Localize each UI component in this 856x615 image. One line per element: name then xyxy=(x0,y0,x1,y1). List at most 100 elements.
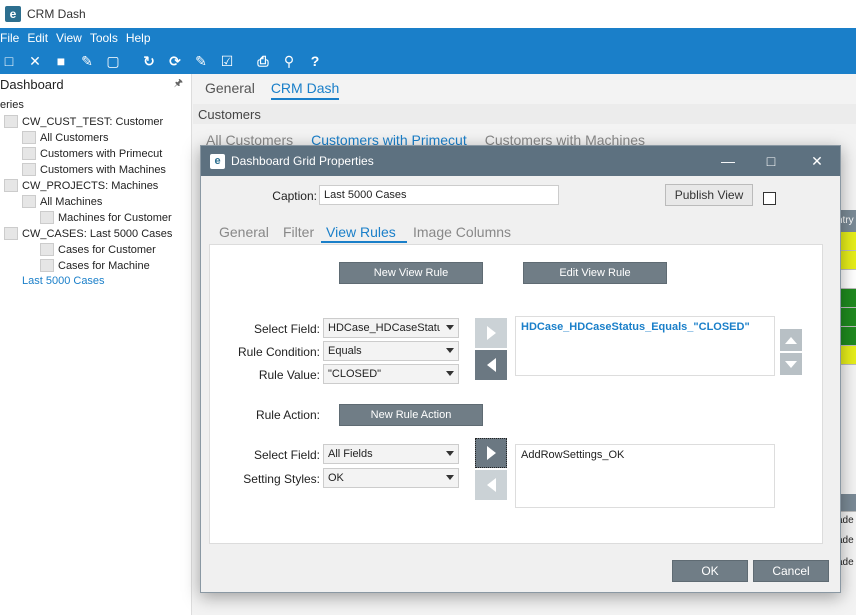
rule-action-label: Rule Action: xyxy=(255,408,320,422)
sync-icon[interactable]: ⟳ xyxy=(166,52,184,70)
tree-item[interactable]: eries xyxy=(0,99,24,111)
chevron-down-icon xyxy=(446,348,454,353)
rule-condition-dropdown[interactable]: Equals xyxy=(323,341,459,361)
chevron-down-icon xyxy=(446,325,454,330)
tree-item[interactable]: All Customers xyxy=(22,131,108,144)
refresh-icon[interactable]: ↻ xyxy=(140,52,158,70)
clean-icon[interactable]: ✎ xyxy=(192,52,210,70)
tree-item[interactable]: CW_PROJECTS: Machines xyxy=(4,179,158,192)
print-icon[interactable]: ⎙ xyxy=(254,52,272,70)
action-select-field-value: All Fields xyxy=(328,448,373,460)
ok-button[interactable]: OK xyxy=(672,560,748,582)
note-icon[interactable]: ▢ xyxy=(104,52,122,70)
app-title: CRM Dash xyxy=(27,7,86,21)
app-titlebar: e CRM Dash xyxy=(0,0,856,28)
menu-edit[interactable]: Edit xyxy=(27,31,48,45)
tree-item-label: CW_CASES: Last 5000 Cases xyxy=(22,227,173,240)
remove-rule-button[interactable] xyxy=(475,350,507,380)
check-box-icon[interactable]: ☑ xyxy=(218,52,236,70)
help-icon[interactable]: ? xyxy=(306,52,324,70)
view-icon xyxy=(40,243,54,256)
rule-condition-value: Equals xyxy=(328,345,362,357)
menu-view[interactable]: View xyxy=(56,31,82,45)
tab-filter[interactable]: Filter xyxy=(283,224,314,240)
menu-tools[interactable]: Tools xyxy=(90,31,118,45)
breadcrumb: Customers xyxy=(193,104,856,124)
tab-general[interactable]: General xyxy=(205,80,255,100)
brush-icon[interactable]: ✎ xyxy=(78,52,96,70)
rule-value-dropdown[interactable]: "CLOSED" xyxy=(323,364,459,384)
toolbar: □ ✕ ■ ✎ ▢ ↻ ⟳ ✎ ☑ ⎙ ⚲ ? xyxy=(0,48,856,74)
arrow-left-icon xyxy=(486,478,496,492)
tree-item-label: Last 5000 Cases xyxy=(22,275,105,287)
arrow-right-icon xyxy=(486,446,496,460)
rule-actions-list[interactable]: AddRowSettings_OK xyxy=(515,444,775,508)
chevron-down-icon xyxy=(446,475,454,480)
view-icon xyxy=(4,179,18,192)
tab-view-rules[interactable]: View Rules xyxy=(326,224,396,240)
tree-item[interactable]: CW_CUST_TEST: Customer xyxy=(4,115,163,128)
tree-item[interactable]: Cases for Machine xyxy=(40,259,150,272)
dashboard-panel-title: Dashboard xyxy=(0,76,64,92)
close-icon[interactable]: ✕ xyxy=(808,152,826,170)
tree-item[interactable]: Customers with Primecut xyxy=(22,147,162,160)
tree-item-label: All Machines xyxy=(40,195,103,208)
add-action-button[interactable] xyxy=(475,438,507,468)
view-rules-panel: New View Rule Edit View Rule Select Fiel… xyxy=(209,244,823,544)
view-icon xyxy=(40,259,54,272)
action-select-field-dropdown[interactable]: All Fields xyxy=(323,444,459,464)
maximize-icon[interactable]: □ xyxy=(762,152,780,170)
move-down-button[interactable] xyxy=(780,353,802,375)
publish-view-button[interactable]: Publish View xyxy=(665,184,753,206)
tree-item[interactable]: Last 5000 Cases xyxy=(22,275,105,287)
tree-item[interactable]: Machines for Customer xyxy=(40,211,172,224)
menu-bar: File Edit View Tools Help xyxy=(0,28,856,48)
cancel-button[interactable]: Cancel xyxy=(753,560,829,582)
select-field-label: Select Field: xyxy=(253,322,320,336)
chevron-down-icon xyxy=(446,371,454,376)
view-rules-list[interactable]: HDCase_HDCaseStatus_Equals_"CLOSED" xyxy=(515,316,775,376)
tab-crm-dash[interactable]: CRM Dash xyxy=(270,80,340,100)
new-icon[interactable]: □ xyxy=(0,52,18,70)
remove-action-button[interactable] xyxy=(475,470,507,500)
tree-item[interactable]: Customers with Machines xyxy=(22,163,166,176)
tree-item[interactable]: All Machines xyxy=(22,195,102,208)
minimize-icon[interactable]: — xyxy=(719,152,737,170)
app-logo-icon: e xyxy=(210,153,225,169)
publish-view-checkbox[interactable] xyxy=(763,192,776,205)
view-icon xyxy=(22,131,36,144)
view-icon xyxy=(4,227,18,240)
select-field-dropdown[interactable]: HDCase_HDCaseStatus xyxy=(323,318,459,338)
move-up-button[interactable] xyxy=(780,329,802,351)
dialog-body: Caption: Last 5000 Cases Publish View Ge… xyxy=(201,176,840,592)
preview-icon[interactable]: ⚲ xyxy=(280,52,298,70)
delete-icon[interactable]: ✕ xyxy=(26,52,44,70)
save-icon[interactable]: ■ xyxy=(52,52,70,70)
tree-item-label: Customers with Machines xyxy=(40,163,166,176)
menu-help[interactable]: Help xyxy=(126,31,151,45)
edit-view-rule-button[interactable]: Edit View Rule xyxy=(523,262,667,284)
tree-item-label: eries xyxy=(0,99,24,111)
tree-item-label: All Customers xyxy=(40,131,109,144)
pin-icon[interactable]: 🖈 xyxy=(174,76,183,93)
rule-condition-label: Rule Condition: xyxy=(237,345,320,359)
new-view-rule-button[interactable]: New View Rule xyxy=(339,262,483,284)
caption-input[interactable]: Last 5000 Cases xyxy=(319,185,559,205)
list-item[interactable]: HDCase_HDCaseStatus_Equals_"CLOSED" xyxy=(521,321,769,333)
tree-item[interactable]: CW_CASES: Last 5000 Cases xyxy=(4,227,172,240)
setting-styles-value: OK xyxy=(328,472,344,484)
arrow-down-icon xyxy=(785,360,797,368)
menu-file[interactable]: File xyxy=(0,31,19,45)
add-rule-button[interactable] xyxy=(475,318,507,348)
new-rule-action-button[interactable]: New Rule Action xyxy=(339,404,483,426)
list-item[interactable]: AddRowSettings_OK xyxy=(521,449,769,461)
setting-styles-dropdown[interactable]: OK xyxy=(323,468,459,488)
tree-item-label: Cases for Customer xyxy=(58,243,156,256)
arrow-left-icon xyxy=(486,358,496,372)
arrow-right-icon xyxy=(486,326,496,340)
tab-general[interactable]: General xyxy=(219,224,269,240)
tree-item[interactable]: Cases for Customer xyxy=(40,243,156,256)
tab-image-columns[interactable]: Image Columns xyxy=(413,224,511,240)
tree-item-label: CW_CUST_TEST: Customer xyxy=(22,115,164,128)
select-field-label: Select Field: xyxy=(253,448,320,462)
